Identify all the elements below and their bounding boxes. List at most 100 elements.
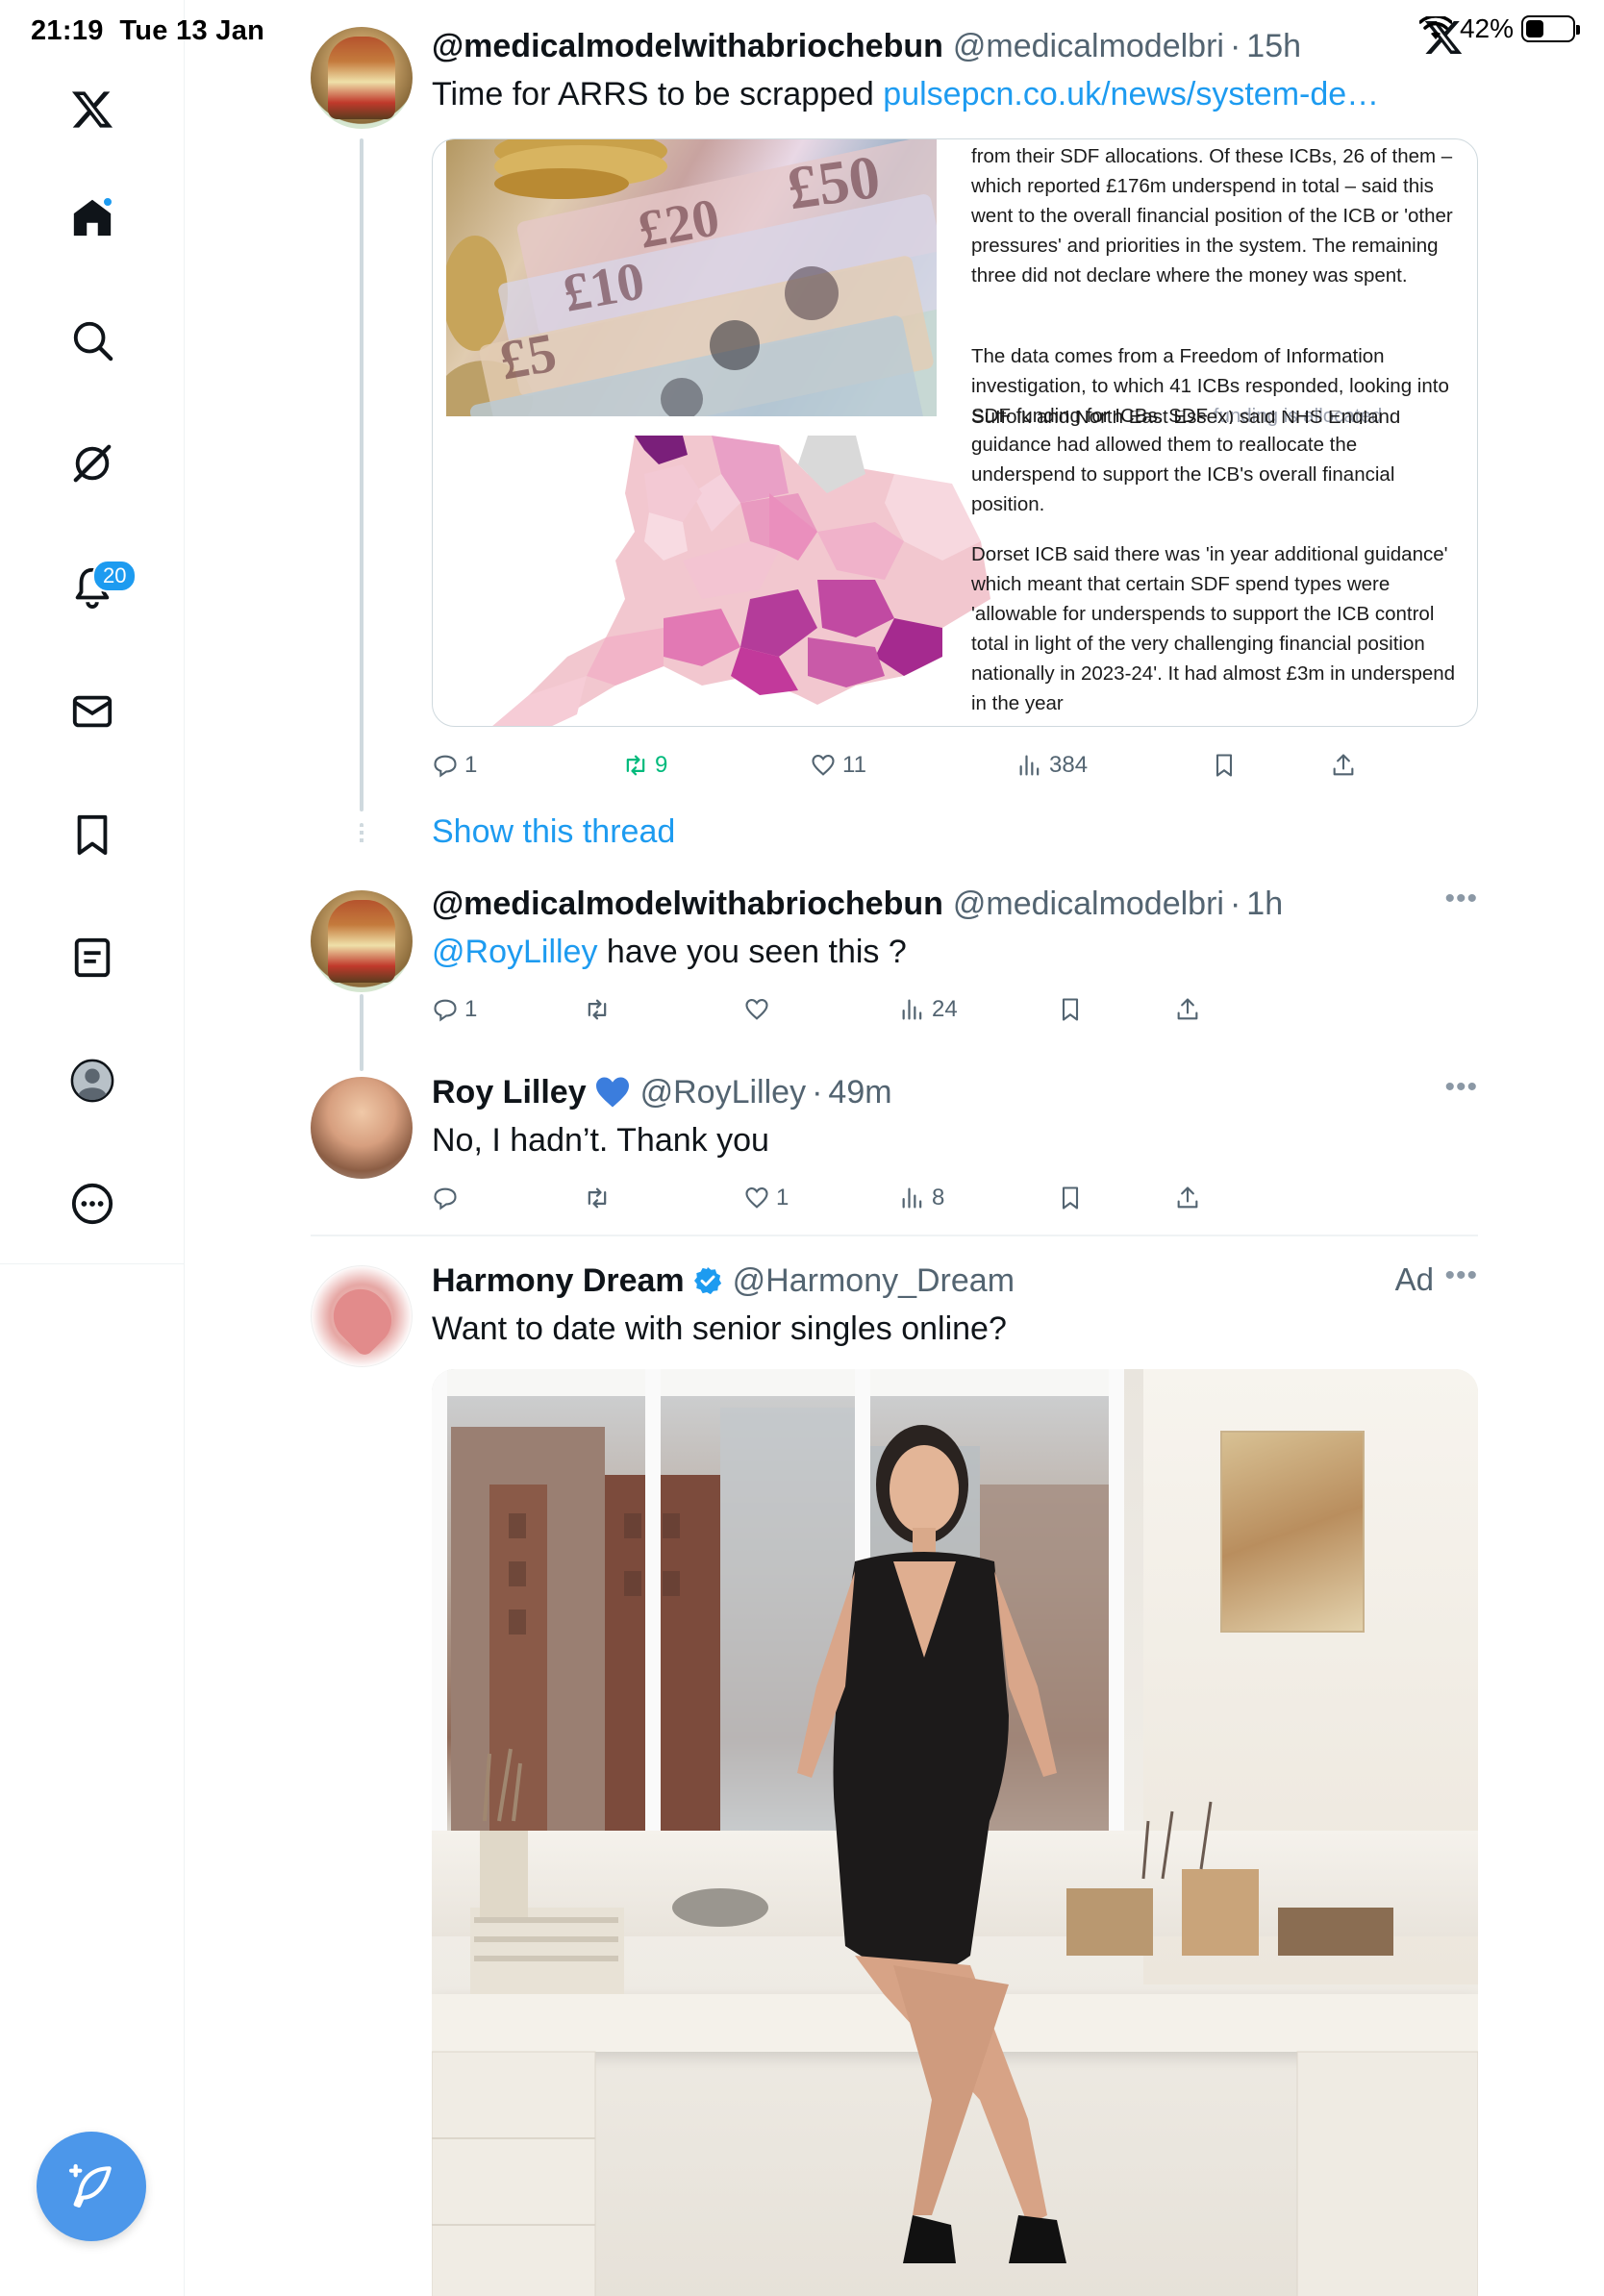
home-icon[interactable] bbox=[56, 181, 129, 254]
article-para: Suffolk and North East Essex) said NHS E… bbox=[971, 411, 1401, 515]
wifi-icon bbox=[1418, 16, 1452, 39]
reply-button[interactable] bbox=[432, 1185, 464, 1211]
ad-image[interactable] bbox=[432, 1369, 1478, 2296]
sidebar: 20 bbox=[0, 0, 185, 2296]
bookmark-icon bbox=[1062, 998, 1079, 1021]
reply-icon bbox=[434, 1187, 457, 1210]
retweet-button[interactable]: 9 bbox=[622, 752, 667, 779]
author-name[interactable]: Roy Lilley bbox=[432, 1073, 587, 1111]
author-name[interactable]: Harmony Dream bbox=[432, 1261, 685, 1300]
more-dots-icon[interactable]: ••• bbox=[1444, 883, 1478, 915]
author-handle[interactable]: @medicalmodelbri bbox=[953, 885, 1224, 923]
x-logo-icon[interactable] bbox=[56, 73, 129, 146]
retweet-icon bbox=[588, 999, 607, 1020]
share-icon bbox=[1333, 754, 1354, 776]
reply-icon bbox=[434, 755, 457, 778]
banknotes-image: £50 £20 £10 £5 bbox=[446, 139, 937, 416]
battery-icon bbox=[1521, 15, 1580, 42]
views-button[interactable]: 24 bbox=[899, 996, 958, 1023]
bookmarks-icon[interactable] bbox=[56, 798, 129, 871]
media-card[interactable]: £50 £20 £10 £5 from their SDF allocation… bbox=[432, 138, 1478, 727]
status-right: 42% bbox=[1418, 13, 1580, 44]
promoted-tweet[interactable]: Harmony Dream @Harmony_Dream Want to dat… bbox=[311, 1260, 1478, 2296]
tweet-text: Time for ARRS to be scrapped pulsepcn.co… bbox=[432, 76, 1380, 112]
tweet-text: @RoyLilley have you seen this ? bbox=[432, 934, 907, 970]
author-handle[interactable]: @Harmony_Dream bbox=[733, 1261, 1015, 1300]
retweet-button[interactable] bbox=[584, 1185, 616, 1211]
reply-icon bbox=[434, 999, 457, 1022]
views-chart-icon bbox=[1019, 755, 1040, 776]
views-chart-icon bbox=[902, 1187, 922, 1209]
sidebar-divider bbox=[0, 1263, 185, 1264]
author-handle[interactable]: @RoyLilley bbox=[640, 1073, 806, 1111]
mention-link[interactable]: @RoyLilley bbox=[432, 934, 597, 970]
like-button[interactable]: 11 bbox=[810, 752, 866, 779]
heart-icon bbox=[812, 755, 835, 776]
tweet-text: Want to date with senior singles online? bbox=[432, 1310, 1007, 1347]
views-button[interactable]: 8 bbox=[899, 1185, 944, 1211]
tweet-time[interactable]: 1h bbox=[1246, 885, 1283, 923]
verified-badge-icon bbox=[693, 1267, 721, 1295]
show-thread-link[interactable]: Show this thread bbox=[432, 813, 675, 851]
compose-post-button[interactable] bbox=[37, 2132, 146, 2241]
article-para: from their SDF allocations. Of these ICB… bbox=[971, 145, 1453, 287]
battery-percent: 42% bbox=[1459, 13, 1514, 43]
share-button[interactable] bbox=[1330, 752, 1357, 779]
views-button[interactable]: 384 bbox=[1016, 752, 1088, 779]
reply-button[interactable]: 1 bbox=[432, 996, 477, 1023]
share-button[interactable] bbox=[1174, 996, 1201, 1023]
ad-label: Ad bbox=[1394, 1261, 1434, 1297]
england-map-image bbox=[490, 436, 990, 726]
note-5-label: £5 bbox=[494, 320, 562, 392]
search-icon[interactable] bbox=[56, 304, 129, 377]
like-button[interactable]: 1 bbox=[743, 1185, 789, 1211]
article-para: Dorset ICB said there was 'in year addit… bbox=[971, 543, 1456, 714]
share-button[interactable] bbox=[1174, 1185, 1201, 1211]
bookmark-button[interactable] bbox=[1211, 752, 1238, 779]
heart-icon bbox=[745, 999, 768, 1020]
lists-icon[interactable] bbox=[56, 921, 129, 994]
thread-connector-dotted bbox=[360, 823, 363, 846]
note-50-label: £50 bbox=[783, 141, 885, 223]
bookmark-icon bbox=[1216, 754, 1233, 777]
status-bar: 21:19 Tue 13 Jan 42% bbox=[0, 0, 1604, 58]
views-chart-icon bbox=[902, 999, 922, 1020]
share-icon bbox=[1177, 998, 1198, 1020]
tweet-header: Harmony Dream @Harmony_Dream bbox=[432, 1261, 1478, 1300]
tweet[interactable]: @medicalmodelwithabriochebun @medicalmod… bbox=[311, 27, 1478, 779]
bookmark-button[interactable] bbox=[1057, 1185, 1084, 1211]
avatar[interactable] bbox=[311, 890, 413, 992]
more-dots-icon[interactable]: ••• bbox=[1444, 1071, 1478, 1104]
bookmark-icon bbox=[1062, 1186, 1079, 1210]
share-icon bbox=[1177, 1186, 1198, 1209]
retweet-icon bbox=[588, 1187, 607, 1209]
tweet-divider bbox=[311, 1235, 1478, 1236]
tweet[interactable]: Roy Lilley @RoyLilley · 49m No, I hadn’t… bbox=[311, 1071, 1478, 1217]
messages-icon[interactable] bbox=[56, 675, 129, 748]
more-options-icon[interactable] bbox=[56, 1167, 129, 1240]
profile-avatar-icon[interactable] bbox=[56, 1044, 129, 1117]
status-time: 21:19 Tue 13 Jan bbox=[31, 15, 265, 46]
like-button[interactable] bbox=[743, 996, 776, 1023]
heart-icon bbox=[745, 1187, 768, 1209]
bookmark-button[interactable] bbox=[1057, 996, 1084, 1023]
retweet-button[interactable] bbox=[584, 996, 616, 1023]
tweet-text: No, I hadn’t. Thank you bbox=[432, 1122, 769, 1159]
tweet-header: Roy Lilley @RoyLilley · 49m bbox=[432, 1073, 892, 1111]
avatar[interactable] bbox=[311, 1077, 413, 1179]
tweet[interactable]: @medicalmodelwithabriochebun @medicalmod… bbox=[311, 883, 1478, 1029]
tweet-link[interactable]: pulsepcn.co.uk/news/system-de… bbox=[883, 76, 1379, 112]
author-name[interactable]: @medicalmodelwithabriochebun bbox=[432, 885, 943, 923]
avatar[interactable] bbox=[311, 1265, 413, 1367]
home-unread-dot bbox=[102, 196, 113, 208]
tweet-time[interactable]: 49m bbox=[828, 1073, 891, 1111]
grok-icon[interactable] bbox=[56, 427, 129, 500]
reply-button[interactable]: 1 bbox=[432, 752, 477, 779]
more-dots-icon[interactable]: ••• bbox=[1444, 1260, 1478, 1292]
tweet-header: @medicalmodelwithabriochebun @medicalmod… bbox=[432, 885, 1284, 923]
retweet-icon bbox=[626, 755, 645, 776]
notifications-bell-icon[interactable]: 20 bbox=[56, 550, 138, 623]
compose-feather-icon bbox=[68, 2163, 112, 2208]
notifications-badge: 20 bbox=[92, 560, 138, 592]
blue-heart-icon bbox=[595, 1077, 629, 1108]
